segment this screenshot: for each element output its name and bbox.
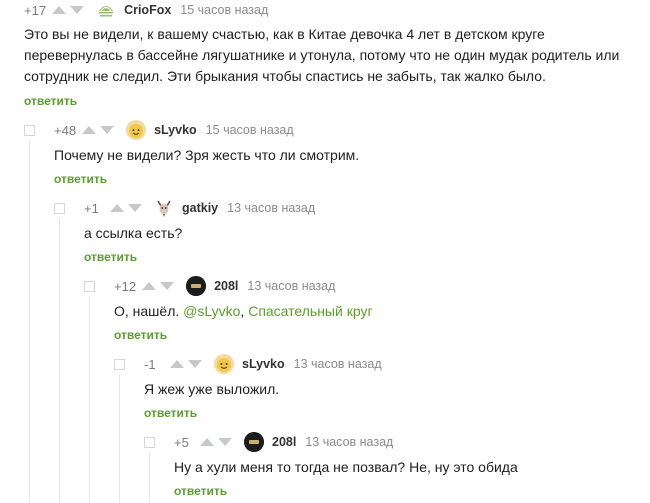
comment-text: Почему не видели? Зря жесть что ли смотр…	[54, 147, 360, 163]
reply-button[interactable]: ответить	[84, 250, 137, 264]
pikabu-logo-icon	[99, 6, 114, 17]
comment-text-line: сотрудник не следил. Эти брыкания чтобы …	[24, 68, 546, 84]
upvote-icon[interactable]	[52, 6, 67, 14]
avatar[interactable]	[96, 0, 117, 20]
reply-button[interactable]: ответить	[24, 94, 77, 108]
comment-text: а ссылка есть?	[84, 225, 183, 241]
avatar[interactable]	[154, 198, 174, 218]
comment-time: 15 часов назад	[205, 123, 294, 137]
avatar[interactable]	[186, 276, 207, 296]
comment-text: Ну а хули меня то тогда не позвал? Не, н…	[174, 459, 518, 475]
downvote-icon[interactable]	[70, 6, 85, 14]
comment-author[interactable]: sLyvko	[242, 357, 285, 371]
comment-rating: -1	[144, 356, 156, 372]
comment-rating: +48	[54, 122, 77, 138]
avatar[interactable]	[126, 120, 147, 140]
upvote-icon[interactable]	[200, 438, 214, 446]
comment-rating: +5	[174, 434, 189, 450]
downvote-icon[interactable]	[160, 282, 175, 290]
thread-line	[89, 296, 90, 503]
comment-header: -1 sLyvko 13 часов назад	[144, 354, 382, 374]
reply-button[interactable]: ответить	[174, 484, 227, 498]
collapse-toggle[interactable]	[54, 203, 65, 214]
video-link[interactable]: Спасательный круг	[248, 303, 372, 319]
comment-text: Я жеж уже выложил.	[144, 381, 280, 397]
comment-rating: +17	[24, 2, 47, 18]
comment-time: 13 часов назад	[305, 435, 394, 449]
thread-line	[29, 140, 30, 503]
comment-author[interactable]: gatkiy	[182, 201, 218, 215]
comment-text: Это вы не видели, к вашему счастью, как …	[24, 24, 619, 87]
comment-rating: +1	[84, 200, 99, 216]
collapse-toggle[interactable]	[24, 125, 35, 136]
comment-header: +17 CrioFox 15 часов назад	[24, 0, 268, 20]
comment-time: 13 часов назад	[293, 357, 382, 371]
reply-button[interactable]: ответить	[144, 406, 197, 420]
comment-time: 13 часов назад	[227, 201, 316, 215]
comment-header: +48 sLyvko 15 часов назад	[54, 120, 294, 140]
emoji-face-icon	[129, 124, 144, 138]
comment-text-line: Это вы не видели, к вашему счастью, как …	[24, 26, 545, 42]
emoji-face-icon	[217, 358, 231, 372]
downvote-icon[interactable]	[188, 360, 202, 368]
goat-icon	[157, 200, 171, 217]
thread-line	[149, 452, 150, 503]
comment-author[interactable]: 208l	[214, 279, 238, 293]
upvote-icon[interactable]	[142, 282, 157, 290]
collapse-toggle[interactable]	[144, 437, 155, 448]
comment-time: 15 часов назад	[180, 3, 269, 17]
collapse-toggle[interactable]	[84, 281, 95, 292]
upvote-icon[interactable]	[110, 204, 124, 212]
comment-rating: +12	[114, 278, 137, 294]
mention-link[interactable]: @sLyvko	[183, 303, 240, 319]
dark-avatar-icon	[244, 432, 264, 452]
downvote-icon[interactable]	[218, 438, 232, 446]
collapse-toggle[interactable]	[114, 359, 125, 370]
comment-author[interactable]: CrioFox	[124, 3, 171, 17]
avatar[interactable]	[214, 354, 234, 374]
comment-text-line: перевернулась в бассейне лягушатнике и у…	[24, 47, 620, 63]
upvote-icon[interactable]	[170, 360, 184, 368]
downvote-icon[interactable]	[128, 204, 142, 212]
reply-button[interactable]: ответить	[54, 172, 107, 186]
comment-header: +12 208l 13 часов назад	[114, 276, 335, 296]
dark-avatar-icon	[186, 276, 207, 296]
comment-author[interactable]: 208l	[272, 435, 296, 449]
thread-line	[119, 374, 120, 503]
avatar[interactable]	[244, 432, 264, 452]
thread-line	[59, 218, 60, 503]
comment-header: +5 208l 13 часов назад	[174, 432, 393, 452]
comment-text: О, нашёл. @sLyvko, Спасательный круг	[114, 301, 373, 322]
reply-button[interactable]: ответить	[114, 328, 167, 342]
upvote-icon[interactable]	[82, 126, 97, 134]
comment-author[interactable]: sLyvko	[154, 123, 197, 137]
comment-text-prefix: О, нашёл.	[114, 303, 184, 319]
downvote-icon[interactable]	[100, 126, 115, 134]
comment-header: +1 gatkiy 13 часов назад	[84, 198, 315, 218]
comment-time: 13 часов назад	[247, 279, 336, 293]
